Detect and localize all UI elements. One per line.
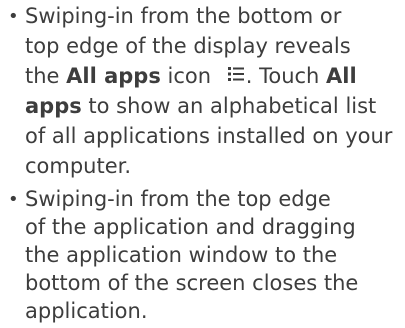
text-line: apps to show an alphabetical list xyxy=(25,94,377,118)
text-line: computer. xyxy=(25,154,132,178)
text-line: Swiping-in from the top edge xyxy=(25,187,331,211)
text-line: the All apps icon . Touch All xyxy=(25,64,357,88)
text-line: application. xyxy=(25,299,148,323)
bullet-dot: • xyxy=(8,189,19,210)
all-apps-term: All apps xyxy=(66,64,161,88)
text-line: the application window to the xyxy=(25,243,338,267)
text-line: of the application and dragging xyxy=(25,215,356,239)
all-apps-icon xyxy=(227,67,244,81)
text-line: top edge of the display reveals xyxy=(25,34,351,58)
document-page: • Swiping-in from the bottom or top edge… xyxy=(0,0,405,328)
text-line: of all applications installed on your xyxy=(25,124,393,148)
all-apps-term: apps xyxy=(25,94,82,118)
all-apps-term: All xyxy=(326,64,357,88)
text-line: bottom of the screen closes the xyxy=(25,271,359,295)
text-line: Swiping-in from the bottom or xyxy=(25,4,342,28)
bullet-dot: • xyxy=(8,6,19,27)
